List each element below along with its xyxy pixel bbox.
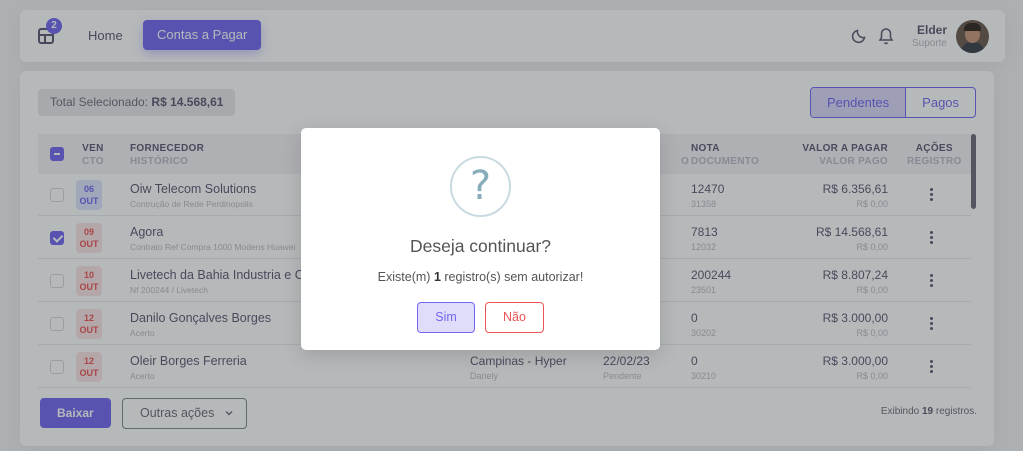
confirm-no-button[interactable]: Não: [485, 302, 544, 333]
confirm-yes-button[interactable]: Sim: [417, 302, 475, 333]
dialog-text: Existe(m) 1 registro(s) sem autorizar!: [377, 270, 584, 284]
dialog-title: Deseja continuar?: [409, 236, 552, 256]
question-icon: ?: [450, 156, 511, 217]
confirm-dialog: ? Deseja continuar? Existe(m) 1 registro…: [301, 128, 660, 350]
